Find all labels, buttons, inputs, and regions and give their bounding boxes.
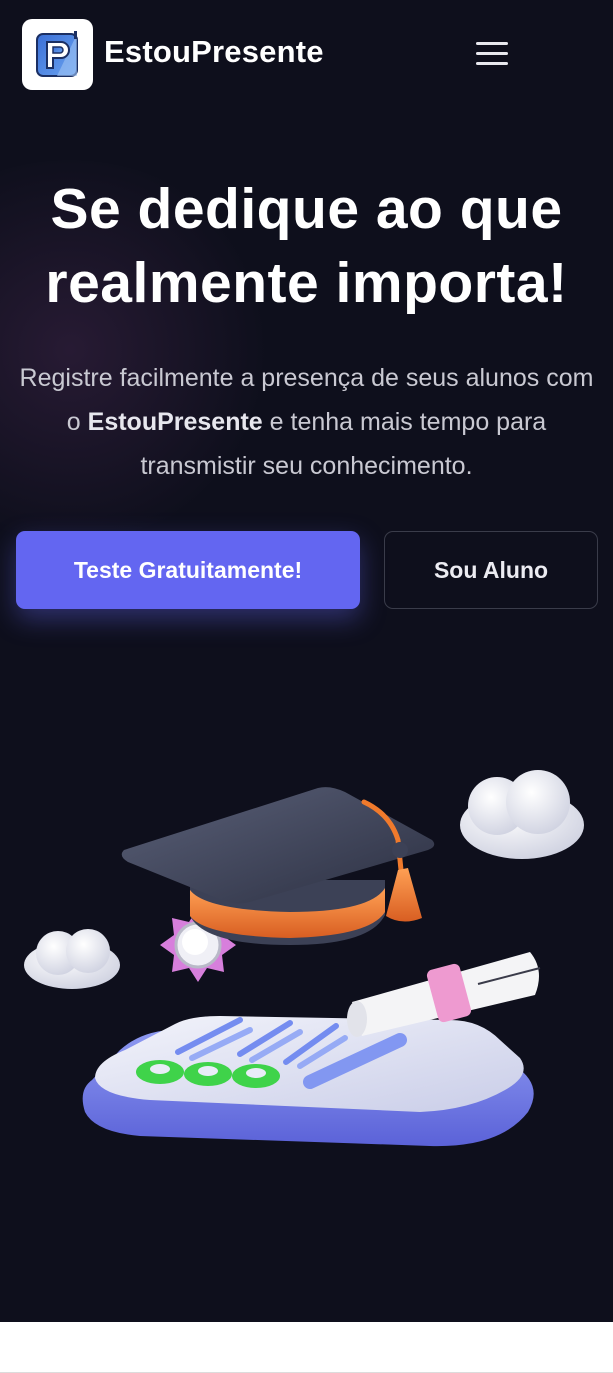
headline-line-1: Se dedique ao que: [50, 177, 563, 241]
hero-section: EstouPresente Se dedique ao que realment…: [0, 0, 613, 1322]
subtitle-brand: EstouPresente: [87, 408, 263, 436]
student-button[interactable]: Sou Aluno: [384, 531, 598, 609]
navbar: EstouPresente: [0, 0, 613, 110]
menu-button[interactable]: [471, 38, 513, 70]
graduation-attendance-illustration: [24, 770, 584, 1147]
headline-line-2: realmente importa!: [45, 251, 568, 315]
cloud-right-icon: [460, 770, 584, 859]
next-section: [0, 1322, 613, 1373]
free-trial-button[interactable]: Teste Gratuitamente!: [16, 531, 360, 609]
cloud-left-icon: [24, 929, 120, 989]
hero-subtitle: Registre facilmente a presença de seus a…: [10, 356, 603, 488]
graduation-cap-icon: [121, 787, 435, 945]
estoupresente-logo-icon: [35, 30, 78, 77]
hamburger-menu-icon: [476, 52, 508, 55]
hero-headline: Se dedique ao que realmente importa!: [0, 172, 613, 320]
brand-name[interactable]: EstouPresente: [104, 34, 324, 70]
hamburger-menu-icon: [476, 62, 508, 65]
logo[interactable]: [22, 19, 93, 90]
check-ring-icon: [136, 1060, 280, 1088]
hamburger-menu-icon: [476, 42, 508, 45]
